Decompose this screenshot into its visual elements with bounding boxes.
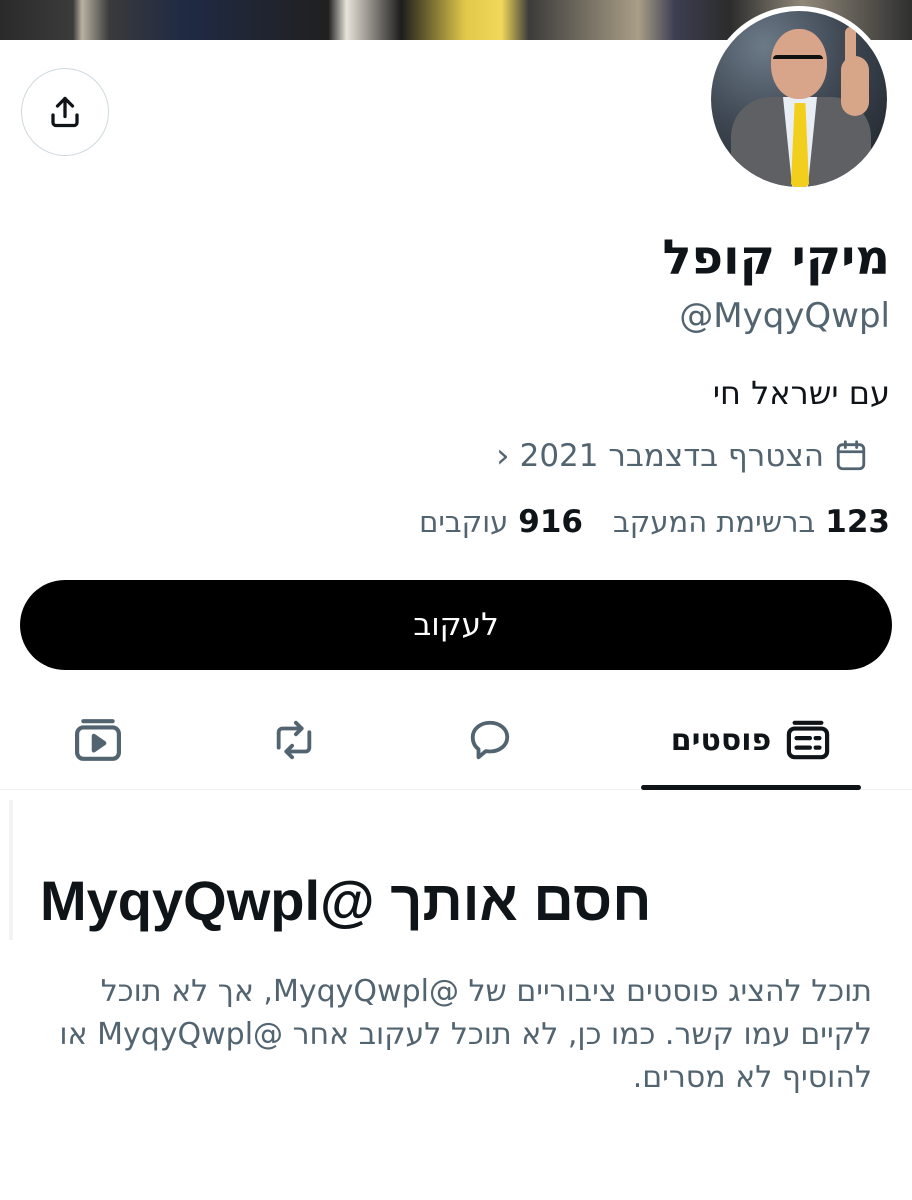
following-count: 123 (825, 504, 890, 540)
reply-bubble-icon (470, 720, 510, 760)
calendar-icon (836, 440, 866, 471)
avatar-photo (711, 11, 887, 187)
profile-handle: @MyqyQwpl (679, 296, 890, 336)
chevron-left-icon: ‹ (495, 436, 510, 476)
profile-name: מיקי קופל (662, 230, 890, 286)
avatar[interactable] (706, 6, 892, 192)
repost-icon (276, 720, 312, 760)
following-label: ברשימת המעקב (613, 505, 816, 539)
joined-date[interactable]: הצטרף בדצמבר 2021 ‹ (496, 436, 868, 476)
profile-bio: עם ישראל חי (712, 374, 890, 412)
profile-tabs: פוסטים (0, 690, 912, 790)
tab-posts-label: פוסטים (670, 722, 772, 758)
tab-media[interactable] (48, 690, 148, 790)
following-stat[interactable]: 123 ברשימת המעקב (613, 504, 890, 540)
follow-stats: 123 ברשימת המעקב 916 עוקבים (419, 504, 890, 540)
active-tab-indicator (641, 785, 861, 790)
followers-stat[interactable]: 916 עוקבים (419, 504, 583, 540)
share-button[interactable] (21, 68, 109, 156)
follow-button[interactable]: לעקוב (20, 580, 892, 670)
followers-label: עוקבים (419, 505, 509, 539)
media-icon (75, 719, 121, 761)
tab-reposts[interactable] (244, 690, 344, 790)
followers-count: 916 (518, 504, 583, 540)
share-icon (51, 96, 79, 128)
tab-replies[interactable] (440, 690, 540, 790)
posts-icon (787, 720, 830, 760)
blocked-message: תוכל להציג פוסטים ציבוריים של @MyqyQwpl,… (59, 974, 872, 1095)
tab-posts[interactable]: פוסטים (641, 690, 861, 790)
joined-text: הצטרף בדצמבר 2021 (519, 438, 824, 474)
divider (9, 800, 13, 940)
blocked-title: חסם אותך @MyqyQwpl (40, 869, 652, 932)
